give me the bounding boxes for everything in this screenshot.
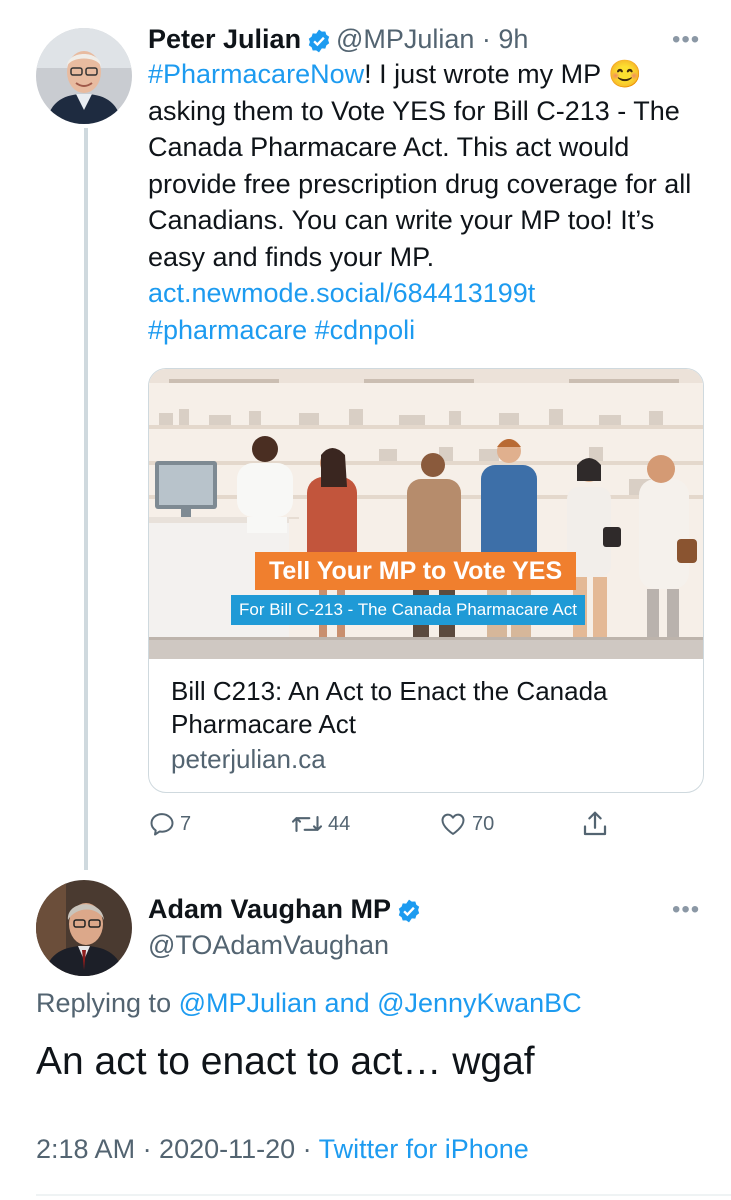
reply-button[interactable]: 7 (148, 808, 191, 840)
author-handle[interactable]: @TOAdamVaughan (148, 930, 389, 961)
share-button[interactable] (580, 808, 610, 840)
more-icon[interactable]: ••• (672, 896, 700, 924)
more-icon[interactable]: ••• (672, 26, 700, 54)
reply-tweet-text: An act to enact to act… wgaf (36, 1040, 535, 1083)
avatar-adam-vaughan[interactable] (36, 880, 132, 976)
tweet-client[interactable]: Twitter for iPhone (319, 1134, 529, 1164)
like-count: 70 (472, 812, 495, 835)
like-button[interactable]: 70 (438, 808, 494, 840)
like-icon (441, 813, 465, 835)
replying-users[interactable]: @MPJulian and @JennyKwanBC (179, 988, 582, 1018)
card-banner-subtitle: For Bill C-213 - The Canada Pharmacare A… (231, 595, 585, 625)
author-name[interactable]: Adam Vaughan MP (148, 894, 391, 924)
card-domain: peterjulian.ca (171, 744, 326, 774)
tweet-text: #PharmacareNow! I just wrote my MP 😊 ask… (148, 56, 708, 348)
reply-count: 7 (180, 812, 192, 835)
tweet-body: ! I just wrote my MP 😊 asking them to Vo… (148, 59, 692, 272)
card-banner-title: Tell Your MP to Vote YES (255, 552, 577, 590)
tweet-time[interactable]: 2:18 AM · 2020-11-20 · (36, 1134, 319, 1164)
hashtag-link[interactable]: #PharmacareNow (148, 59, 364, 89)
share-icon (583, 811, 607, 836)
retweet-icon (291, 815, 323, 833)
verified-icon (306, 28, 332, 59)
author-handle-time[interactable]: @MPJulian · 9h (336, 24, 528, 54)
retweet-count: 44 (328, 812, 351, 835)
hashtags-link[interactable]: #pharmacare #cdnpoli (148, 315, 415, 345)
verified-icon (396, 898, 422, 929)
card-title: Bill C213: An Act to Enact the Canada Ph… (171, 676, 608, 739)
tweet-timestamp: 2:18 AM · 2020-11-20 · Twitter for iPhon… (36, 1134, 529, 1165)
thread-line (84, 128, 88, 870)
url-link[interactable]: act.newmode.social/684413199t (148, 278, 535, 308)
replying-prefix: Replying to (36, 988, 179, 1018)
link-card[interactable]: Tell Your MP to Vote YES For Bill C-213 … (148, 368, 704, 793)
divider (36, 1194, 731, 1196)
reply-icon (150, 813, 174, 836)
retweet-button[interactable]: 44 (290, 808, 350, 840)
replying-to: Replying to @MPJulian and @JennyKwanBC (36, 988, 582, 1019)
avatar-peter-julian[interactable] (36, 28, 132, 124)
author-name[interactable]: Peter Julian (148, 24, 301, 54)
